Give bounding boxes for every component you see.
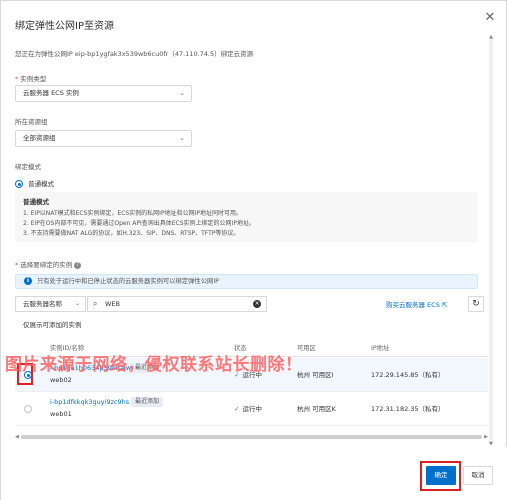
note-line: 2. EIP在OS内部不可见，需要通过Open API查询出具体ECS实例上绑定… [23, 220, 255, 227]
status-text: 运行中 [242, 405, 262, 413]
search-type-select[interactable]: 云服务器名称 ⌄ [15, 296, 86, 312]
info-text: 只有处于运行中和已停止状态的云服务器实例可以绑定弹性公网IP [37, 278, 219, 285]
horizontal-scrollbar[interactable]: ◀ ▶ [15, 434, 488, 440]
chevron-down-icon: ⌄ [74, 300, 80, 307]
bind-eip-dialog: 绑定弹性公网IP至资源 ✕ ▲ ▼ 您正在为弹性公网IP eip-bp1ygfa… [0, 0, 507, 500]
watermark-text: 图片来源于网络，侵权联系站长删除！ [5, 355, 303, 375]
select-instance-label: * 选择要绑定的实例? [15, 259, 82, 269]
chevron-down-icon: ⌄ [179, 89, 185, 97]
instance-name: web02 [50, 376, 72, 384]
only-addable-toggle[interactable]: 仅展示可添加的实例 [23, 319, 82, 329]
resource-group-value: 全部资源组 [23, 134, 56, 142]
instance-type-value: 云服务器 ECS 实例 [23, 89, 79, 97]
note-line: 3. 不支持需要做NAT ALG的协议，如H.323、SIP、DNS、RTSP、… [23, 230, 240, 237]
instance-type-label: * 实例类型 [15, 73, 46, 83]
refresh-icon: ↻ [472, 299, 480, 309]
dialog-title: 绑定弹性公网IP至资源 [15, 21, 114, 32]
instance-id-link[interactable]: i-bp1dfkkqk3guyi9zc9hs [50, 398, 129, 406]
table-row[interactable]: i-bp1dfkkqk3guyi9zc9hs web01 最近添加 ✓ 运行中 杭… [15, 392, 488, 426]
clear-icon[interactable]: ✕ [253, 300, 261, 308]
radio-selected-icon[interactable] [15, 180, 23, 188]
recent-badge: 最近添加 [131, 397, 164, 407]
check-icon: ✓ [234, 405, 240, 413]
instance-type-select[interactable]: 云服务器 ECS 实例 ⌄ [15, 85, 192, 102]
required-mark: * [15, 75, 19, 83]
status: ✓ 运行中 [234, 403, 262, 413]
close-icon[interactable]: ✕ [483, 11, 497, 25]
select-instance-label-text: 选择要绑定的实例 [20, 261, 73, 269]
eip-description: 您正在为弹性公网IP eip-bp1ygfak3x539wb6cu0fr（47.… [15, 50, 254, 58]
scroll-left-icon[interactable]: ◀ [15, 434, 19, 440]
resource-group-label: 所在资源组 [15, 118, 48, 126]
normal-mode-radio[interactable]: 普通模式 [15, 178, 54, 188]
instance-type-label-text: 实例类型 [20, 75, 47, 83]
scroll-right-icon[interactable]: ▶ [484, 434, 488, 440]
column-header: IP地址 [371, 345, 390, 352]
search-icon: ⌕ [93, 299, 98, 308]
note-title: 普通模式 [23, 198, 49, 206]
search-type-value: 云服务器名称 [23, 300, 62, 308]
info-icon: i [24, 277, 32, 285]
required-mark: * [15, 261, 19, 269]
normal-mode-label: 普通模式 [28, 180, 55, 188]
ip-address: 172.29.145.85（私有） [371, 371, 445, 379]
refresh-button[interactable]: ↻ [468, 296, 484, 312]
instance-name: web01 [50, 410, 72, 418]
buy-ecs-link-text: 购买云服务器 ECS [386, 301, 440, 309]
search-value: WEB [105, 300, 120, 308]
buy-ecs-link[interactable]: 购买云服务器 ECS ⇱ [386, 299, 447, 309]
search-input[interactable]: ⌕ WEB ✕ [87, 296, 267, 312]
chevron-down-icon: ⌄ [179, 134, 185, 142]
help-icon[interactable]: ? [74, 261, 82, 269]
zone: 杭州 可用区K [297, 405, 336, 413]
note-line: 1. EIP以NAT模式和ECS实例绑定，ECS实例的私网IP地址和公网IP地址… [23, 210, 242, 217]
normal-mode-note: 普通模式 1. EIP以NAT模式和ECS实例绑定，ECS实例的私网IP地址和公… [15, 192, 478, 242]
info-banner: i 只有处于运行中和已停止状态的云服务器实例可以绑定弹性公网IP [15, 274, 478, 289]
ip-address: 172.31.182.35（私有） [371, 405, 445, 413]
external-link-icon: ⇱ [441, 301, 448, 309]
cancel-button[interactable]: 取消 [463, 466, 493, 485]
resource-group-select[interactable]: 全部资源组 ⌄ [15, 130, 192, 147]
row-radio[interactable] [24, 405, 32, 413]
bind-mode-label: 绑定模式 [15, 163, 41, 171]
dialog-footer: 确定 取消 [1, 446, 507, 500]
hscroll-track[interactable] [21, 435, 482, 439]
highlight-box [420, 461, 461, 491]
